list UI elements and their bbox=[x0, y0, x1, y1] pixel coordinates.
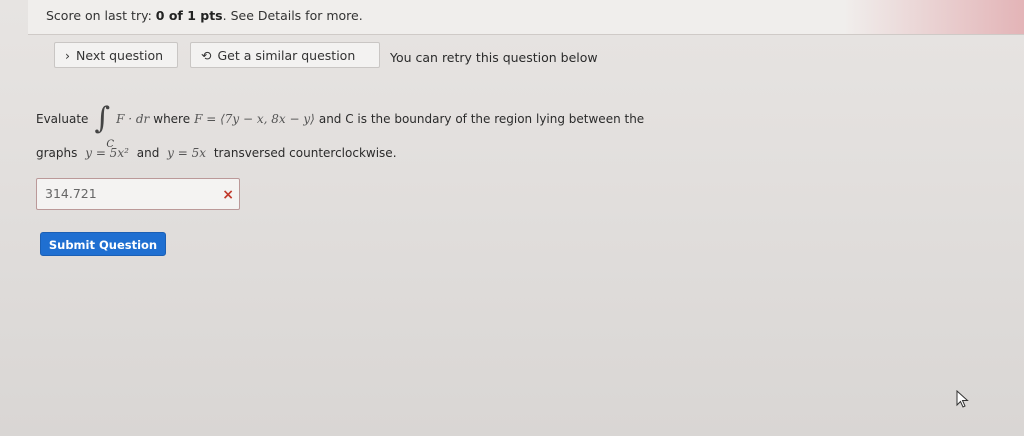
transversed-text: transversed counterclockwise. bbox=[213, 146, 397, 160]
answer-value: 314.721 bbox=[45, 186, 97, 201]
top-accent bbox=[844, 0, 1024, 34]
boundary-text: and C is the boundary of the region lyin… bbox=[318, 112, 645, 126]
score-summary: Score on last try: 0 of 1 pts. See Detai… bbox=[46, 8, 363, 23]
submit-question-button[interactable]: Submit Question bbox=[40, 232, 166, 256]
integral-symbol: ∫ C bbox=[94, 104, 114, 151]
similar-question-button[interactable]: ⟲ Get a similar question bbox=[190, 42, 380, 68]
x-icon: × bbox=[222, 187, 234, 203]
chevron-right-icon: › bbox=[65, 48, 70, 63]
vector-field: F = ⟨7y − x, 8x − y⟩ bbox=[194, 112, 315, 126]
question-text: Evaluate ∫ C F · dr where F = ⟨7y − x, 8x… bbox=[36, 104, 756, 162]
and-label: and bbox=[136, 146, 160, 160]
integrand: F · dr bbox=[116, 112, 150, 126]
integral-subscript: C bbox=[106, 139, 115, 150]
where-label: where bbox=[153, 112, 191, 126]
answer-input[interactable]: 314.721 × bbox=[36, 178, 240, 210]
similar-question-label: Get a similar question bbox=[217, 48, 356, 63]
graphs-label: graphs bbox=[36, 146, 78, 160]
score-value: 0 of 1 pts bbox=[155, 8, 223, 23]
next-question-button[interactable]: › Next question bbox=[54, 42, 178, 68]
retry-message: You can retry this question below bbox=[390, 50, 598, 65]
evaluate-label: Evaluate bbox=[36, 112, 89, 126]
score-prefix: Score on last try: bbox=[46, 8, 152, 23]
next-question-label: Next question bbox=[76, 48, 164, 63]
mouse-pointer-icon bbox=[956, 390, 969, 408]
refresh-icon: ⟲ bbox=[201, 48, 212, 63]
equation-2: y = 5x bbox=[167, 146, 207, 160]
score-suffix: . See Details for more. bbox=[222, 8, 363, 23]
